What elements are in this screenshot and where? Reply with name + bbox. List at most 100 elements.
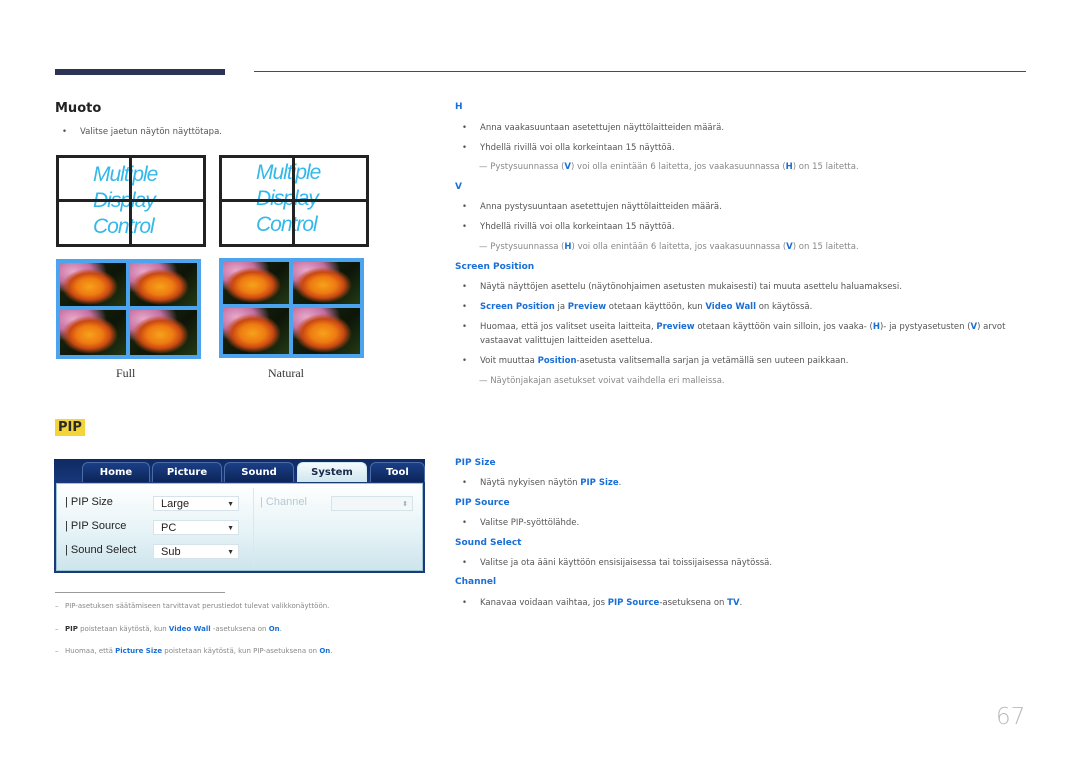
list-item-text: -asetusta valitsemalla sarjan ja vetämäl… <box>576 356 849 366</box>
footnote-text: . <box>330 647 333 655</box>
caption-full: Full <box>116 366 136 380</box>
mdc-line: Control <box>93 215 155 238</box>
sound-select-dropdown[interactable]: Sub ▼ <box>153 544 239 559</box>
note-dash-icon: — <box>479 162 488 172</box>
dropdown-value: Sub <box>161 546 181 558</box>
bullet-icon: • <box>462 598 468 608</box>
panel-divider <box>253 488 254 568</box>
section-heading-sound-select: Sound Select <box>455 538 522 548</box>
tab-home[interactable]: Home <box>82 462 150 482</box>
list-item-text: ) arvot <box>977 322 1006 332</box>
page-number: 67 <box>996 704 1026 730</box>
tab-tool[interactable]: Tool <box>370 462 425 482</box>
list-item: • Näytä nykyisen näytön PIP Size. <box>462 478 621 488</box>
header-rule <box>254 71 1026 72</box>
footnote-term: Video Wall <box>168 625 211 633</box>
note-text: ) voi olla enintään 6 laitetta, jos vaak… <box>571 162 786 172</box>
footnote-text: PIP-asetuksen säätämiseen tarvittavat pe… <box>65 602 330 610</box>
note-text: ) on 15 laitetta. <box>792 242 859 252</box>
section-heading-channel: Channel <box>455 577 497 587</box>
bullet-icon: • <box>62 127 68 137</box>
footnote-rule <box>55 592 225 593</box>
list-item: • Yhdellä rivillä voi olla korkeintaan 15… <box>462 222 675 232</box>
flower-image-natural <box>219 258 364 358</box>
note-text: Pystysuunnassa ( <box>487 162 565 172</box>
term: Preview <box>567 302 607 312</box>
term: PIP Source <box>607 598 660 608</box>
sound-select-label: | Sound Select <box>65 544 137 556</box>
dropdown-value: PC <box>161 522 177 534</box>
note: — Pystysuunnassa (H) voi olla enintään 6… <box>479 242 859 252</box>
list-item-text: otetaan käyttöön vain silloin, jos vaaka… <box>694 322 873 332</box>
list-item: • Anna vaakasuuntaan asetettujen näyttöla… <box>462 123 724 133</box>
list-item-text: -asetuksena on <box>659 598 728 608</box>
image-tile <box>293 262 360 304</box>
term: Video Wall <box>705 302 757 312</box>
list-item-text: Huomaa, että jos valitset useita laittei… <box>480 322 657 332</box>
tab-system[interactable]: System <box>297 462 367 482</box>
spinner-arrows-icon: ⬍ <box>402 501 408 508</box>
footnote-text: Huomaa, että <box>65 647 116 655</box>
section-heading-muoto: Muoto <box>55 101 102 116</box>
mdc-line: Control <box>256 213 318 236</box>
bullet-icon: • <box>462 282 468 292</box>
channel-label: | Channel <box>260 496 307 508</box>
term: Preview <box>656 322 695 332</box>
section-heading-screen-position: Screen Position <box>455 262 535 272</box>
image-tile <box>60 310 126 355</box>
label-text: Sound Select <box>70 544 137 556</box>
label-text: Channel <box>265 496 307 508</box>
list-item-text: . <box>618 478 622 488</box>
note-text: ) voi olla enintään 6 laitetta, jos vaak… <box>571 242 787 252</box>
list-item-text: Kanavaa voidaan vaihtaa, jos <box>480 598 608 608</box>
pip-source-label: | PIP Source <box>65 520 127 532</box>
footnote-text: . <box>279 625 282 633</box>
tab-picture[interactable]: Picture <box>152 462 222 482</box>
pip-source-dropdown[interactable]: PC ▼ <box>153 520 239 535</box>
list-item: • Yhdellä rivillä voi olla korkeintaan 15… <box>462 143 675 153</box>
system-panel: | PIP Size Large ▼ | PIP Source PC ▼ | Sou… <box>56 483 423 571</box>
channel-spinner[interactable]: ⬍ <box>331 496 413 511</box>
bullet-icon: • <box>462 302 468 312</box>
note: — Pystysuunnassa (V) voi olla enintään 6… <box>479 162 859 172</box>
list-item-text: Näytä näyttöjen asettelu (näytönohjaimen… <box>480 282 902 292</box>
list-item: • Valitse PIP-syöttölähde. <box>462 518 579 528</box>
bullet-icon: • <box>462 558 468 568</box>
dropdown-value: Large <box>161 498 190 510</box>
caption-natural: Natural <box>268 366 304 380</box>
pip-size-label: | PIP Size <box>65 496 113 508</box>
footnote: – PIP poistetaan käytöstä, kun Video Wall… <box>55 625 282 633</box>
footnote: – PIP-asetuksen säätämiseen tarvittavat p… <box>55 602 329 610</box>
list-item: • Screen Position ja Preview otetaan käyt… <box>462 302 812 312</box>
list-item: • Voit muuttaa Position-asetusta valitsem… <box>462 356 848 366</box>
note-dash-icon: — <box>479 376 488 386</box>
note-text: Pystysuunnassa ( <box>487 242 565 252</box>
list-item: • Valitse ja ota ääni käyttöön ensisijais… <box>462 558 772 568</box>
footnote-term: Picture Size <box>115 647 163 655</box>
dash-icon: – <box>55 647 59 655</box>
list-item: • Anna pystysuuntaan asetettujen näyttöla… <box>462 202 722 212</box>
chevron-down-icon: ▼ <box>227 501 234 508</box>
mdc-grid-natural: Multiple Display Control <box>219 155 369 247</box>
list-item-text: Anna vaakasuuntaan asetettujen näyttölai… <box>480 123 725 133</box>
term: PIP Size <box>580 478 619 488</box>
image-tile <box>60 263 126 306</box>
list-item-text: . <box>739 598 743 608</box>
bullet-icon: • <box>462 202 468 212</box>
list-item-text: Anna pystysuuntaan asetettujen näyttölai… <box>480 202 722 212</box>
mdc-grid-full: Multiple Display Control <box>56 155 206 247</box>
pip-size-dropdown[interactable]: Large ▼ <box>153 496 239 511</box>
list-item-text: Yhdellä rivillä voi olla korkeintaan 15 … <box>480 143 675 153</box>
list-item-text: Valitse PIP-syöttölähde. <box>480 518 580 528</box>
footnote-term: On <box>319 647 331 655</box>
footnote-text: -asetuksena on <box>210 625 269 633</box>
tab-sound[interactable]: Sound <box>224 462 294 482</box>
list-item-text: Näytä nykyisen näytön <box>480 478 581 488</box>
flower-image-full <box>56 259 201 359</box>
bullet-icon: • <box>462 322 468 332</box>
bullet-icon: • <box>462 518 468 528</box>
list-item-text: otetaan käyttöön, kun <box>606 302 706 312</box>
footnote-text: poistetaan käytöstä, kun <box>77 625 169 633</box>
header-accent-bar <box>55 69 225 75</box>
section-heading-pip-source: PIP Source <box>455 498 510 508</box>
